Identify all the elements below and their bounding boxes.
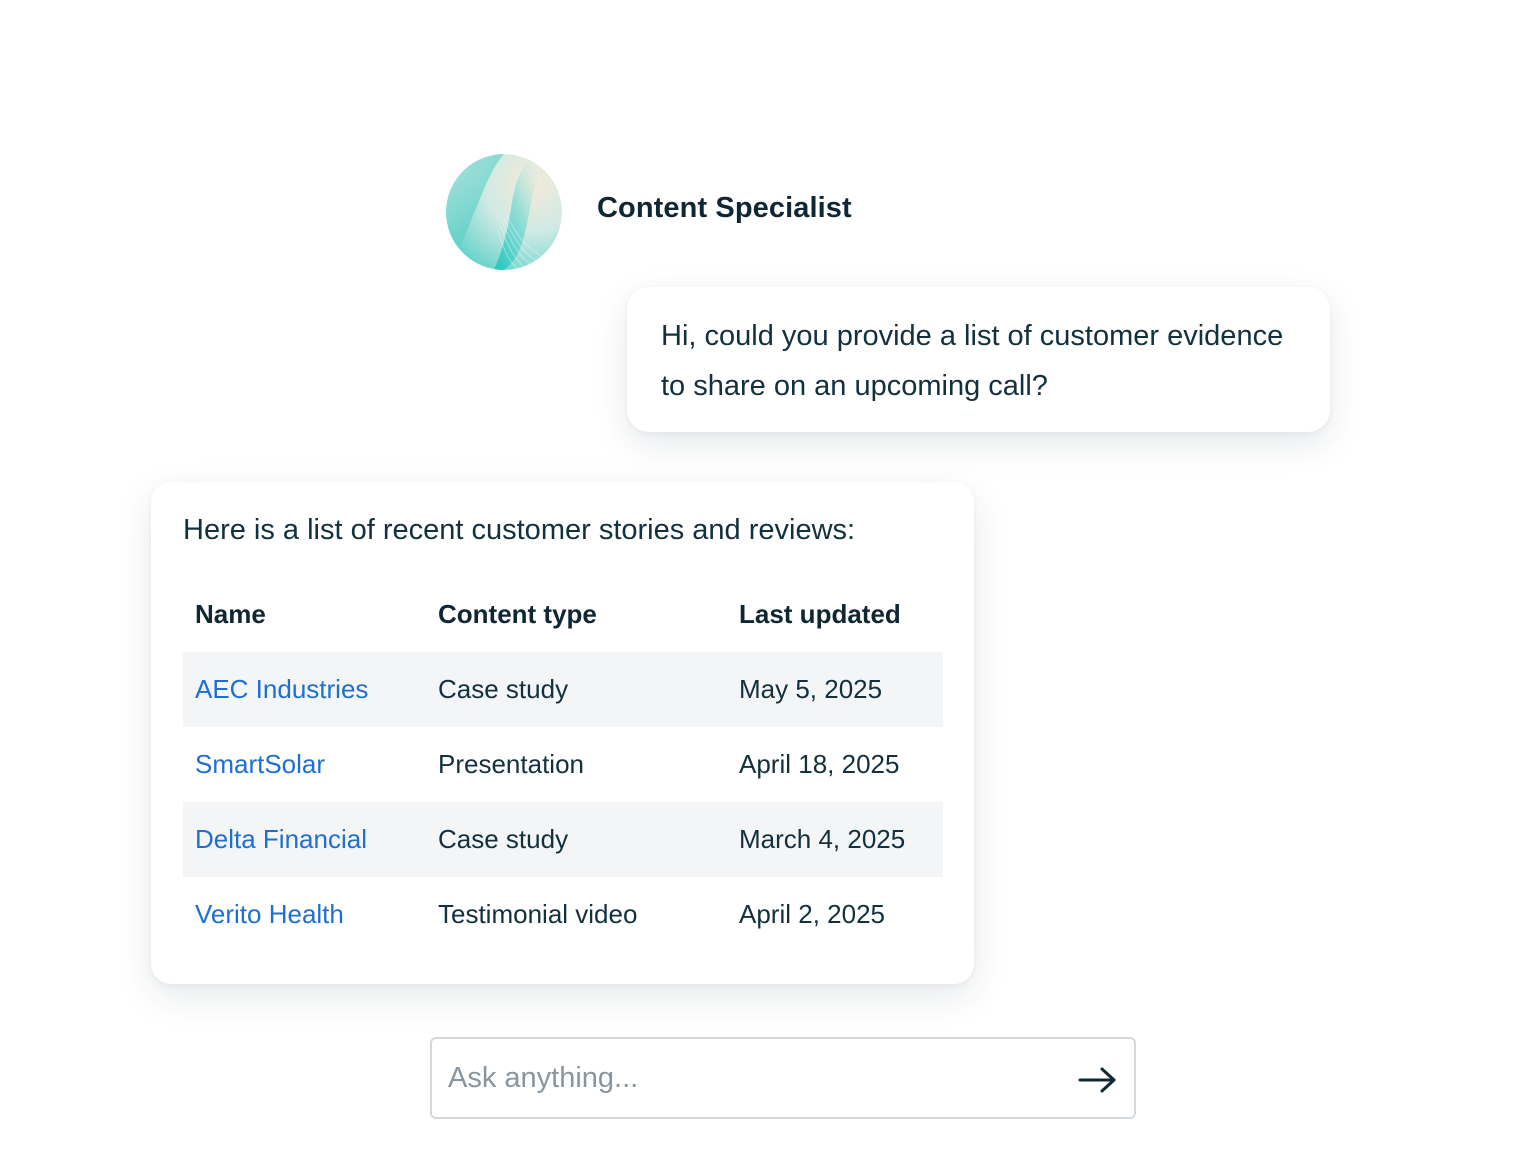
content-type-cell: Case study bbox=[426, 802, 727, 877]
send-button[interactable] bbox=[1076, 1058, 1120, 1102]
last-updated-cell: April 2, 2025 bbox=[739, 899, 885, 929]
name-cell: AEC Industries bbox=[183, 652, 426, 727]
customer-link-aec-industries[interactable]: AEC Industries bbox=[195, 674, 368, 704]
name-cell: SmartSolar bbox=[183, 727, 426, 802]
table-header-row: Name Content type Last updated bbox=[183, 577, 943, 652]
ask-input[interactable] bbox=[448, 1039, 1048, 1117]
name-cell: Delta Financial bbox=[183, 802, 426, 877]
gradient-orb-avatar-icon bbox=[446, 154, 562, 270]
last-updated-cell: May 5, 2025 bbox=[727, 652, 943, 727]
name-cell: Verito Health bbox=[183, 877, 426, 952]
user-message-bubble: Hi, could you provide a list of customer… bbox=[627, 287, 1330, 432]
assistant-response-card: Here is a list of recent customer storie… bbox=[151, 482, 974, 984]
table-row: Delta Financial Case study March 4, 2025 bbox=[183, 802, 943, 877]
agent-name: Content Specialist bbox=[597, 192, 852, 224]
table-row: Verito Health Testimonial video April 2,… bbox=[183, 877, 943, 952]
agent-avatar bbox=[446, 154, 562, 270]
content-type-cell: Presentation bbox=[438, 749, 584, 779]
chat-input-bar bbox=[430, 1037, 1136, 1119]
last-updated-cell: April 18, 2025 bbox=[739, 749, 900, 779]
content-type-cell: Testimonial video bbox=[438, 899, 638, 929]
content-type-cell: Case study bbox=[426, 652, 727, 727]
customer-link-smartsolar[interactable]: SmartSolar bbox=[195, 749, 325, 779]
customer-link-delta-financial[interactable]: Delta Financial bbox=[195, 824, 367, 854]
column-header-name: Name bbox=[195, 599, 266, 629]
arrow-right-icon bbox=[1078, 1067, 1116, 1093]
customer-link-verito-health[interactable]: Verito Health bbox=[195, 899, 344, 929]
table-row: AEC Industries Case study May 5, 2025 bbox=[183, 652, 943, 727]
last-updated-cell: March 4, 2025 bbox=[727, 802, 943, 877]
response-intro-text: Here is a list of recent customer storie… bbox=[183, 514, 856, 546]
column-header-last-updated: Last updated bbox=[739, 599, 901, 629]
user-message-text: Hi, could you provide a list of customer… bbox=[661, 320, 1284, 402]
table-row: SmartSolar Presentation April 18, 2025 bbox=[183, 727, 943, 802]
customer-evidence-table: Name Content type Last updated AEC Indus… bbox=[183, 577, 943, 952]
column-header-content-type: Content type bbox=[438, 599, 597, 629]
